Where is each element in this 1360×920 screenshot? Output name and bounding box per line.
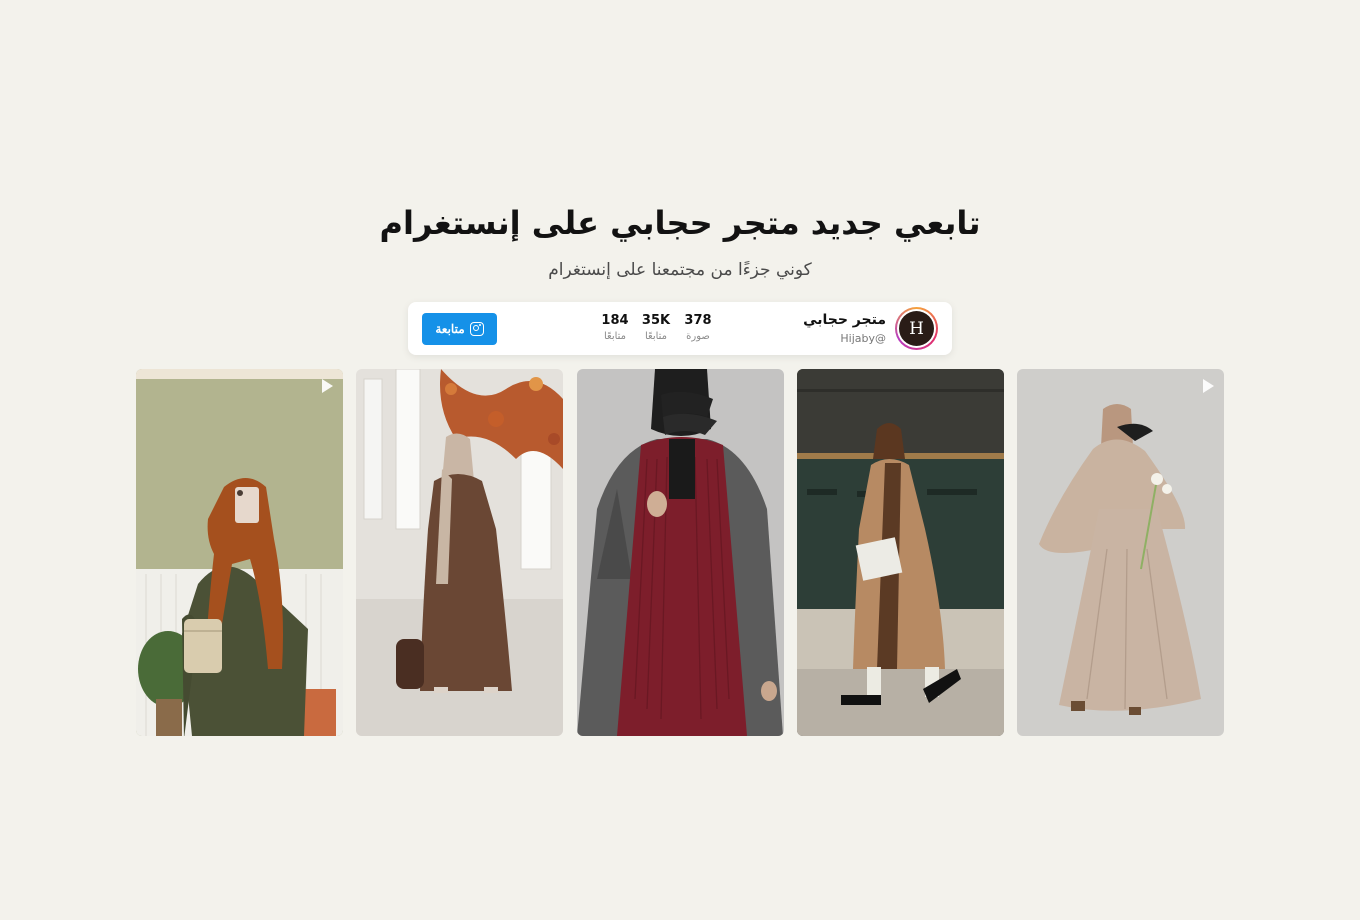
- instagram-post-2[interactable]: [356, 369, 563, 736]
- page-title: تابعي جديد متجر حجابي على إنستغرام: [379, 204, 981, 242]
- avatar[interactable]: H: [895, 307, 938, 350]
- stat-following: 184 متابعًا: [590, 313, 640, 342]
- instagram-icon: [469, 322, 484, 336]
- stat-following-label: متابعًا: [603, 331, 627, 342]
- instagram-post-5[interactable]: [1017, 369, 1224, 736]
- instagram-post-4[interactable]: [797, 369, 1004, 736]
- instagram-post-1[interactable]: [136, 369, 343, 736]
- instagram-post-3[interactable]: [577, 369, 784, 736]
- video-play-icon: [322, 379, 333, 393]
- video-play-icon: [1203, 379, 1214, 393]
- profile-name[interactable]: متجر حجابي: [803, 312, 886, 328]
- follow-button-label: متابعة: [435, 322, 465, 336]
- profile-handle: Hijaby@: [840, 332, 886, 345]
- profile-card: H متجر حجابي Hijaby@ 378 صورة 35K متابعً…: [408, 302, 952, 355]
- avatar-letter: H: [899, 311, 934, 346]
- page-subtitle: كوني جزءًا من مجتمعنا على إنستغرام: [548, 260, 812, 280]
- follow-button[interactable]: متابعة: [422, 313, 497, 345]
- stat-following-value: 184: [601, 313, 629, 328]
